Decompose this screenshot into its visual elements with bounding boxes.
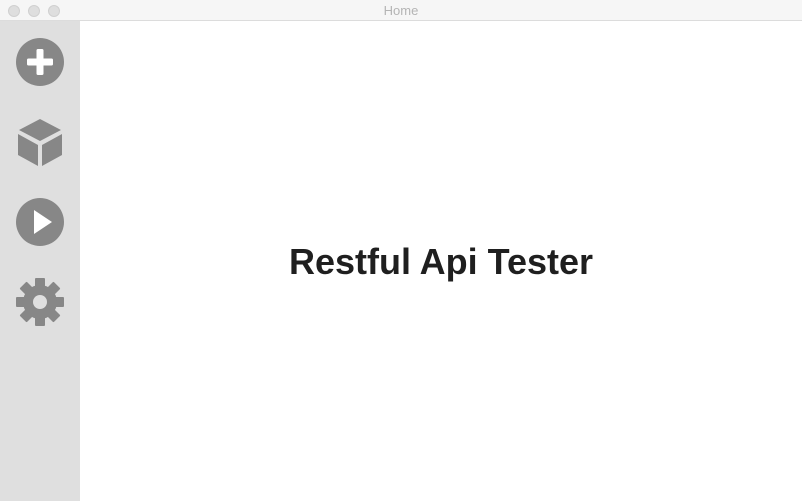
title-bar[interactable]: Home (0, 0, 802, 21)
sidebar (0, 21, 80, 501)
cube-icon (18, 119, 62, 166)
run-button[interactable] (15, 197, 65, 247)
collections-button[interactable] (15, 117, 65, 167)
main-content: Restful Api Tester (80, 21, 802, 501)
settings-button[interactable] (15, 277, 65, 327)
page-title: Restful Api Tester (288, 241, 594, 282)
plus-circle-icon (16, 38, 64, 86)
add-button[interactable] (15, 37, 65, 87)
gear-icon (16, 278, 64, 326)
play-circle-icon (16, 198, 64, 246)
window-title: Home (383, 3, 419, 18)
app-window: Home Restful Api Tester (0, 0, 802, 501)
